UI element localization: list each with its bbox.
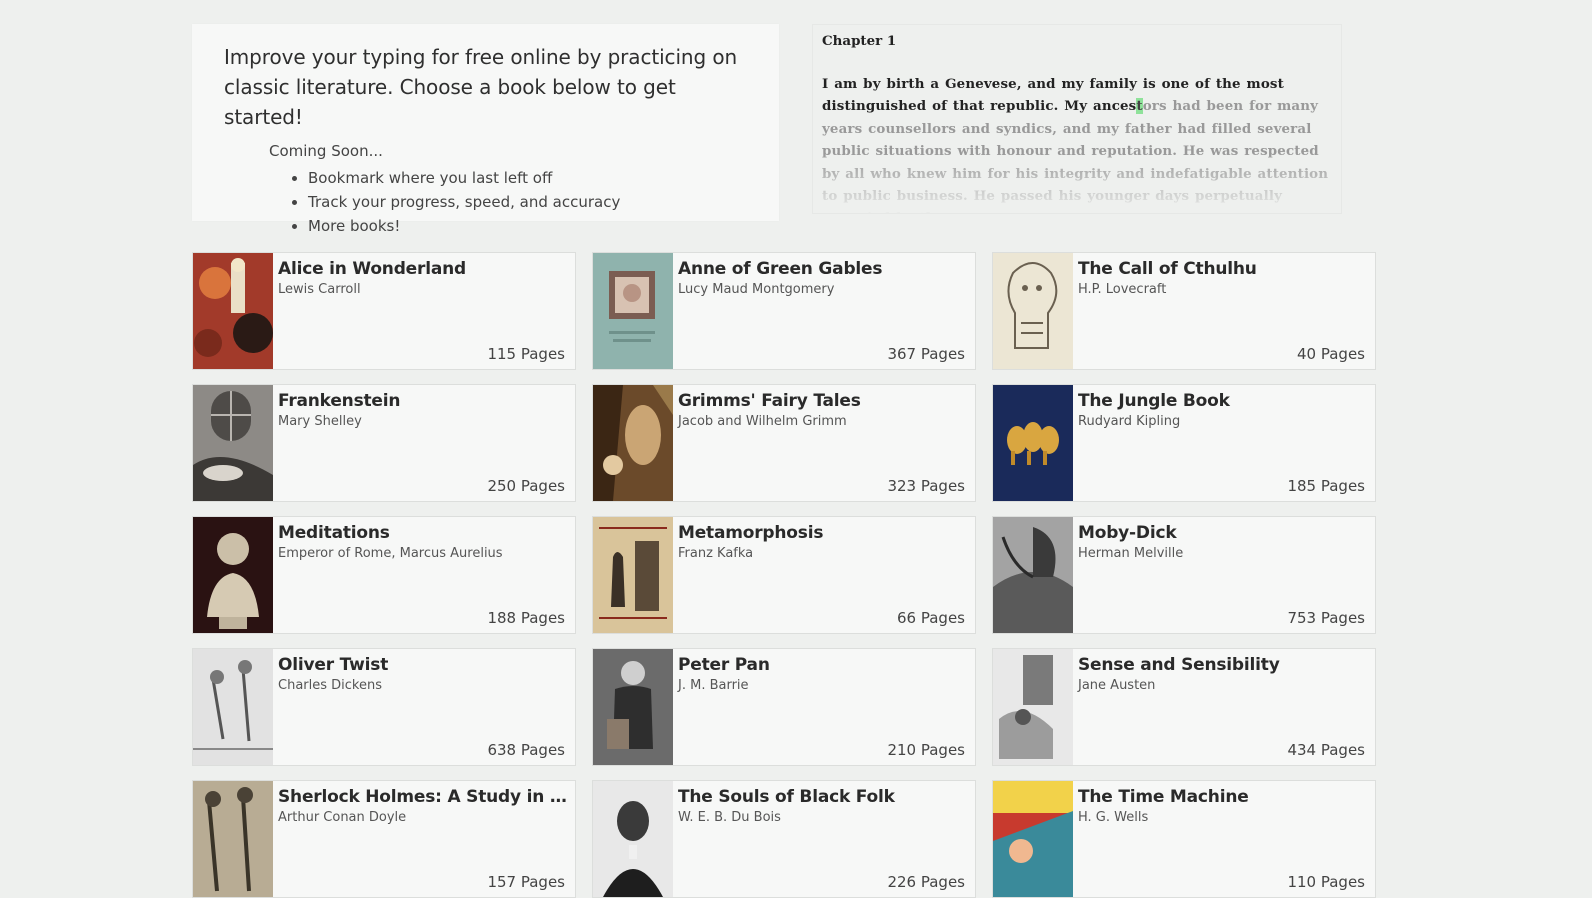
typing-preview[interactable]: Chapter 1 I am by birth a Genevese, and … xyxy=(812,24,1342,214)
book-page-count: 638 Pages xyxy=(487,741,565,759)
book-author: Rudyard Kipling xyxy=(1078,414,1181,429)
book-page-count: 210 Pages xyxy=(887,741,965,759)
book-cover-image xyxy=(993,781,1073,897)
book-page-count: 185 Pages xyxy=(1287,477,1365,495)
book-page-count: 188 Pages xyxy=(487,609,565,627)
book-author: W. E. B. Du Bois xyxy=(678,810,781,825)
book-card[interactable]: Alice in Wonderland Lewis Carroll 115 Pa… xyxy=(192,252,576,370)
book-card[interactable]: Metamorphosis Franz Kafka 66 Pages xyxy=(592,516,976,634)
book-card[interactable]: Moby-Dick Herman Melville 753 Pages xyxy=(992,516,1376,634)
book-card[interactable]: Meditations Emperor of Rome, Marcus Aure… xyxy=(192,516,576,634)
book-page-count: 753 Pages xyxy=(1287,609,1365,627)
feature-item: Bookmark where you last left off xyxy=(308,166,759,190)
intro-panel: Improve your typing for free online by p… xyxy=(192,24,779,235)
untyped-text: ors had been for many years counsellors … xyxy=(822,98,1329,213)
book-author: Arthur Conan Doyle xyxy=(278,810,407,825)
book-author: Mary Shelley xyxy=(278,414,362,429)
book-cover-image xyxy=(993,385,1073,501)
book-cover-image xyxy=(193,253,273,369)
typing-passage[interactable]: I am by birth a Genevese, and my family … xyxy=(822,73,1341,213)
book-author: Charles Dickens xyxy=(278,678,382,693)
book-author: H. G. Wells xyxy=(1078,810,1149,825)
book-cover-image xyxy=(993,649,1073,765)
book-page-count: 66 Pages xyxy=(897,609,965,627)
book-title: Peter Pan xyxy=(678,655,770,675)
book-cover-image xyxy=(593,781,673,897)
book-page-count: 115 Pages xyxy=(487,345,565,363)
book-card[interactable]: The Souls of Black Folk W. E. B. Du Bois… xyxy=(592,780,976,898)
book-title: The Souls of Black Folk xyxy=(678,787,895,807)
book-cover-image xyxy=(193,517,273,633)
book-card[interactable]: Peter Pan J. M. Barrie 210 Pages xyxy=(592,648,976,766)
book-author: Franz Kafka xyxy=(678,546,754,561)
book-page-count: 250 Pages xyxy=(487,477,565,495)
book-card[interactable]: The Jungle Book Rudyard Kipling 185 Page… xyxy=(992,384,1376,502)
book-cover-image xyxy=(193,385,273,501)
book-card[interactable]: The Call of Cthulhu H.P. Lovecraft 40 Pa… xyxy=(992,252,1376,370)
book-title: The Call of Cthulhu xyxy=(1078,259,1257,279)
book-title: Alice in Wonderland xyxy=(278,259,466,279)
coming-soon-label: Coming Soon... xyxy=(269,142,383,160)
book-title: The Time Machine xyxy=(1078,787,1249,807)
book-author: Jacob and Wilhelm Grimm xyxy=(678,414,847,429)
book-title: Grimms' Fairy Tales xyxy=(678,391,861,411)
feature-item: More books! xyxy=(308,214,759,238)
book-cover-image xyxy=(993,517,1073,633)
book-page-count: 110 Pages xyxy=(1287,873,1365,891)
book-title: The Jungle Book xyxy=(1078,391,1230,411)
book-card[interactable]: Oliver Twist Charles Dickens 638 Pages xyxy=(192,648,576,766)
book-page-count: 323 Pages xyxy=(887,477,965,495)
book-author: Herman Melville xyxy=(1078,546,1184,561)
book-page-count: 434 Pages xyxy=(1287,741,1365,759)
book-author: J. M. Barrie xyxy=(678,678,749,693)
book-cover-image xyxy=(593,517,673,633)
book-title: Moby-Dick xyxy=(1078,523,1177,543)
feature-item: Track your progress, speed, and accuracy xyxy=(308,190,759,214)
book-title: Sherlock Holmes: A Study in Sca... xyxy=(278,787,573,807)
book-title: Meditations xyxy=(278,523,390,543)
book-card[interactable]: Sherlock Holmes: A Study in Sca... Arthu… xyxy=(192,780,576,898)
book-title: Oliver Twist xyxy=(278,655,389,675)
book-author: Emperor of Rome, Marcus Aurelius xyxy=(278,546,503,561)
book-cover-image xyxy=(193,781,273,897)
coming-soon-list: Bookmark where you last left off Track y… xyxy=(288,166,759,238)
book-title: Anne of Green Gables xyxy=(678,259,883,279)
book-page-count: 367 Pages xyxy=(887,345,965,363)
book-card[interactable]: Anne of Green Gables Lucy Maud Montgomer… xyxy=(592,252,976,370)
book-cover-image xyxy=(193,649,273,765)
book-page-count: 226 Pages xyxy=(887,873,965,891)
book-card[interactable]: Sense and Sensibility Jane Austen 434 Pa… xyxy=(992,648,1376,766)
book-card[interactable]: Grimms' Fairy Tales Jacob and Wilhelm Gr… xyxy=(592,384,976,502)
book-page-count: 157 Pages xyxy=(487,873,565,891)
chapter-heading: Chapter 1 xyxy=(822,33,897,49)
book-author: Lewis Carroll xyxy=(278,282,361,297)
book-card[interactable]: The Time Machine H. G. Wells 110 Pages xyxy=(992,780,1376,898)
book-cover-image xyxy=(993,253,1073,369)
book-author: H.P. Lovecraft xyxy=(1078,282,1167,297)
book-title: Metamorphosis xyxy=(678,523,824,543)
book-title: Sense and Sensibility xyxy=(1078,655,1280,675)
book-author: Lucy Maud Montgomery xyxy=(678,282,835,297)
book-cover-image xyxy=(593,385,673,501)
book-author: Jane Austen xyxy=(1078,678,1156,693)
book-title: Frankenstein xyxy=(278,391,401,411)
book-cover-image xyxy=(593,649,673,765)
book-cover-image xyxy=(593,253,673,369)
book-card[interactable]: Frankenstein Mary Shelley 250 Pages xyxy=(192,384,576,502)
intro-title: Improve your typing for free online by p… xyxy=(224,45,738,129)
book-page-count: 40 Pages xyxy=(1297,345,1365,363)
